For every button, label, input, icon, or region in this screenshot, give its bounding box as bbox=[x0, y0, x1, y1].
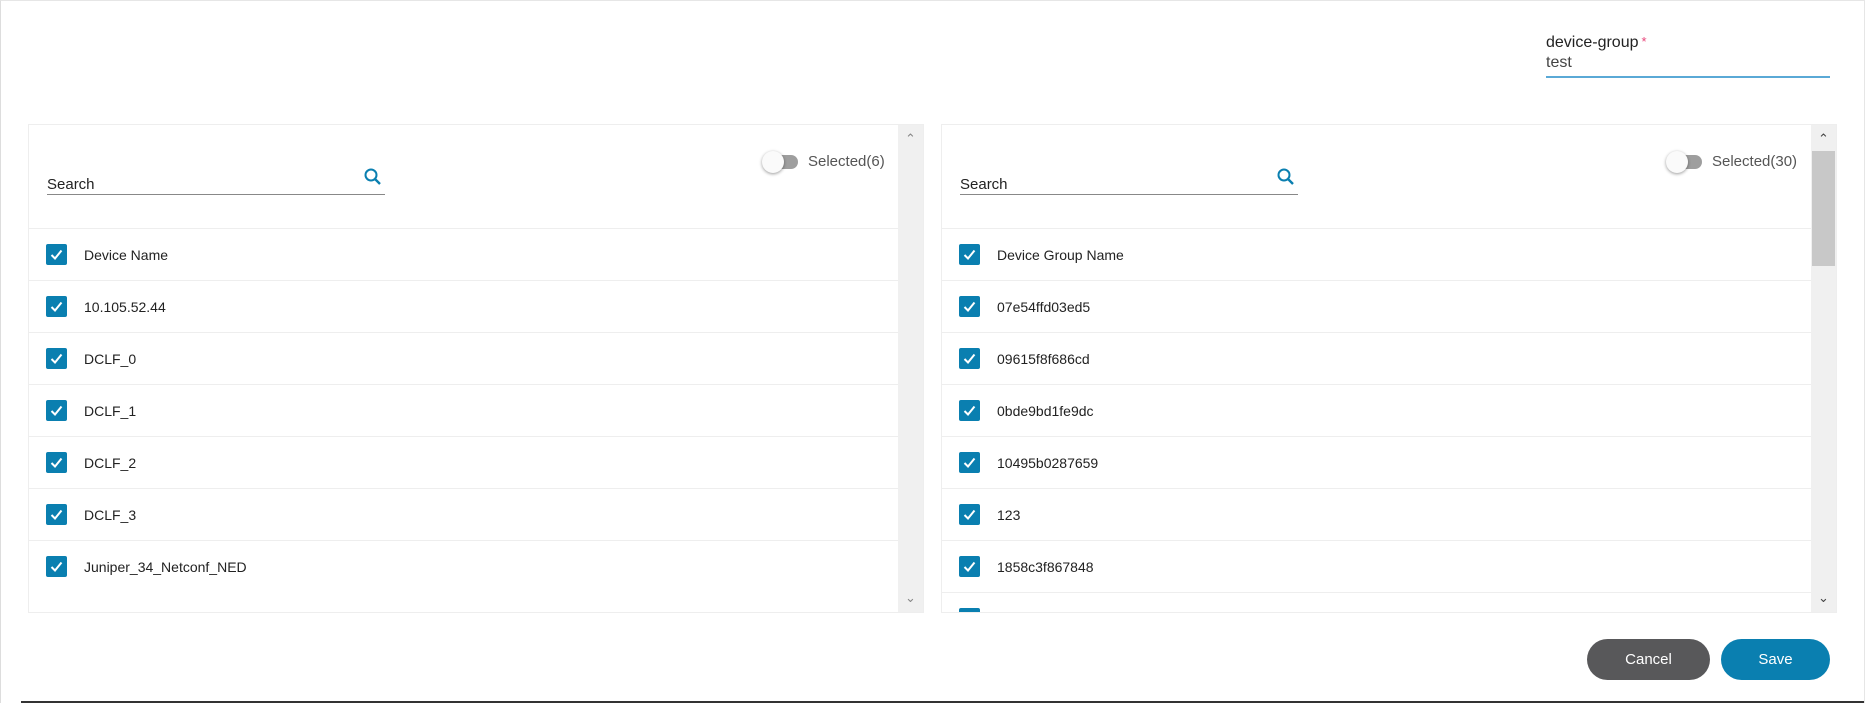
device-group-list-panel: Selected(30) Device Group Name 07e54ffd03… bbox=[941, 124, 1837, 613]
row-label: Device Name bbox=[84, 246, 169, 263]
row-label: 123 bbox=[997, 506, 1021, 523]
selected-count: Selected(6) bbox=[808, 153, 885, 170]
row-label: 0bde9bd1fe9dc bbox=[997, 402, 1094, 419]
device-list: Device Name 10.105.52.44 DCLF_0 DCLF_1 DCLF_… bbox=[29, 228, 898, 592]
row-label: DCLF_2 bbox=[84, 454, 137, 471]
toggle-switch[interactable] bbox=[1666, 150, 1702, 173]
selected-count: Selected(30) bbox=[1712, 153, 1798, 170]
checkbox-checked[interactable] bbox=[959, 296, 980, 317]
row-label: DCLF_1 bbox=[84, 402, 137, 419]
list-item[interactable]: 09615f8f686cd bbox=[942, 332, 1811, 384]
device-group-field: device-group * bbox=[1546, 34, 1830, 78]
checkbox-checked[interactable] bbox=[959, 504, 980, 525]
checkbox-checked[interactable] bbox=[959, 400, 980, 421]
input-underline bbox=[1546, 76, 1830, 78]
row-label: DCLF_3 bbox=[84, 506, 137, 523]
selected-toggle[interactable]: Selected(30) bbox=[1666, 150, 1798, 173]
checkbox-checked[interactable] bbox=[46, 504, 67, 525]
checkbox-checked[interactable] bbox=[959, 348, 980, 369]
list-item[interactable]: DCLF_2 bbox=[29, 436, 898, 488]
checkbox-checked[interactable] bbox=[959, 452, 980, 473]
list-item[interactable]: DCLF_1 bbox=[29, 384, 898, 436]
list-item[interactable]: 0bde9bd1fe9dc bbox=[942, 384, 1811, 436]
checkbox-checked[interactable] bbox=[46, 244, 67, 265]
checkbox-checked[interactable] bbox=[959, 556, 980, 577]
scroll-up-icon[interactable]: ⌃ bbox=[898, 131, 923, 147]
search-icon[interactable] bbox=[1276, 167, 1296, 187]
device-group-input[interactable] bbox=[1546, 53, 1830, 73]
row-label: Juniper_34_Netconf_NED bbox=[84, 558, 247, 575]
list-item[interactable]: DCLF_0 bbox=[29, 332, 898, 384]
checkbox-checked[interactable] bbox=[46, 296, 67, 317]
checkbox-checked[interactable] bbox=[959, 608, 980, 612]
row-label: 10495b0287659 bbox=[997, 454, 1099, 471]
checkbox-checked[interactable] bbox=[46, 348, 67, 369]
device-group-search-input[interactable] bbox=[960, 176, 1260, 193]
list-item[interactable]: Juniper_34_Netconf_NED bbox=[29, 540, 898, 592]
list-item[interactable]: 07e54ffd03ed5 bbox=[942, 280, 1811, 332]
scroll-down-icon[interactable]: ⌄ bbox=[1811, 590, 1836, 606]
list-item[interactable]: 10495b0287659 bbox=[942, 436, 1811, 488]
selected-toggle[interactable]: Selected(6) bbox=[762, 150, 885, 173]
header-row[interactable]: Device Name bbox=[29, 228, 898, 280]
device-search-input[interactable] bbox=[47, 176, 347, 193]
scrollbar-thumb[interactable] bbox=[1812, 151, 1835, 266]
row-label: DCLF_0 bbox=[84, 350, 137, 367]
device-search[interactable] bbox=[47, 165, 385, 195]
checkbox-checked[interactable] bbox=[959, 244, 980, 265]
row-label: 10.105.52.44 bbox=[84, 298, 166, 315]
list-item[interactable]: DCLF_3 bbox=[29, 488, 898, 540]
save-button[interactable]: Save bbox=[1721, 639, 1830, 680]
cancel-button[interactable]: Cancel bbox=[1587, 639, 1710, 680]
scroll-down-icon[interactable]: ⌄ bbox=[898, 590, 923, 606]
list-item[interactable]: 123 bbox=[942, 488, 1811, 540]
header-row[interactable]: Device Group Name bbox=[942, 228, 1811, 280]
checkbox-checked[interactable] bbox=[46, 452, 67, 473]
list-item[interactable]: 10.105.52.44 bbox=[29, 280, 898, 332]
search-icon[interactable] bbox=[363, 167, 383, 187]
row-label: 07e54ffd03ed5 bbox=[997, 298, 1091, 315]
row-label: 09615f8f686cd bbox=[997, 350, 1090, 367]
required-mark: * bbox=[1641, 34, 1647, 49]
device-group-label: device-group * bbox=[1546, 34, 1647, 51]
scrollbar[interactable]: ⌃ ⌄ bbox=[898, 125, 923, 612]
checkbox-checked[interactable] bbox=[46, 556, 67, 577]
row-label: Device Group Name bbox=[997, 246, 1124, 263]
list-item[interactable]: 1858c3f867848 bbox=[942, 540, 1811, 592]
list-item[interactable] bbox=[942, 592, 1811, 612]
scroll-up-icon[interactable]: ⌃ bbox=[1811, 131, 1836, 147]
checkbox-checked[interactable] bbox=[46, 400, 67, 421]
row-label: 1858c3f867848 bbox=[997, 558, 1094, 575]
device-list-panel: Selected(6) Device Name 10.105.52.44 DCLF_… bbox=[28, 124, 924, 613]
scrollbar[interactable]: ⌃ ⌄ bbox=[1811, 125, 1836, 612]
toggle-switch[interactable] bbox=[762, 150, 798, 173]
device-group-search[interactable] bbox=[960, 165, 1298, 195]
device-group-list: Device Group Name 07e54ffd03ed5 09615f8f68… bbox=[942, 228, 1811, 612]
